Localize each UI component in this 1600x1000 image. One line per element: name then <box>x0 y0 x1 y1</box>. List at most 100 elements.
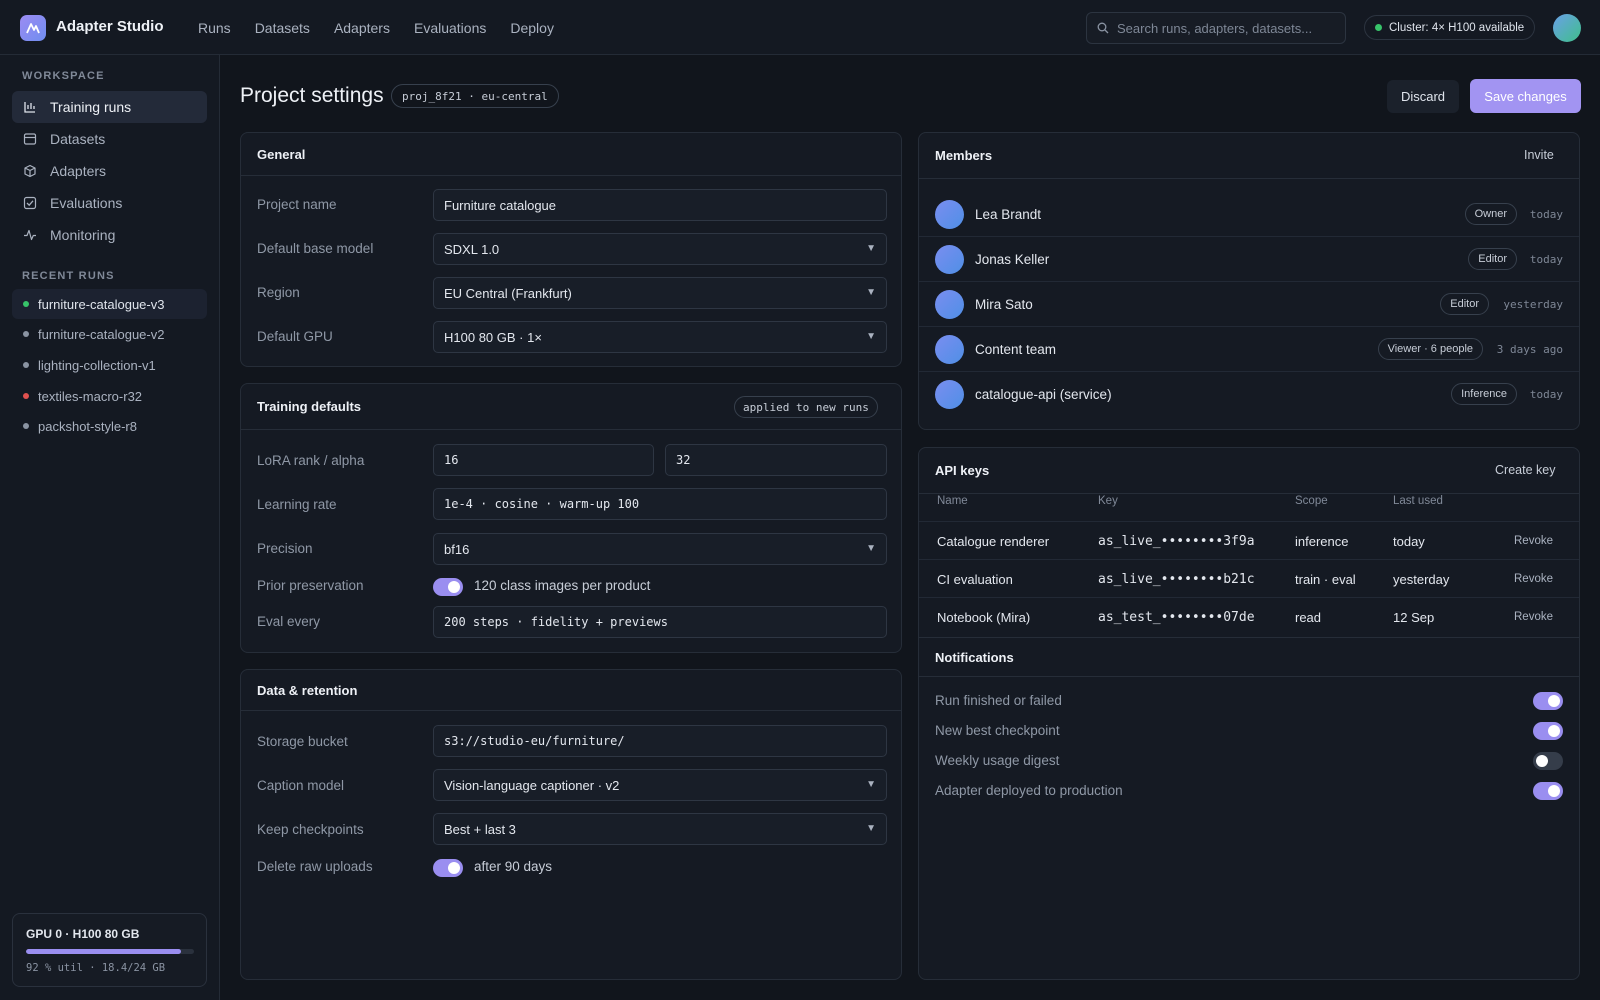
recent-run-item[interactable]: furniture-catalogue-v3 <box>12 289 207 319</box>
app-logo[interactable] <box>20 15 46 41</box>
caption-model-select[interactable]: Vision-language captioner · v2 ▼ <box>433 769 887 801</box>
sidebar-item-monitoring[interactable]: Monitoring <box>12 219 207 251</box>
sidebar-item-training-runs[interactable]: Training runs <box>12 91 207 123</box>
member-row[interactable]: Content team Viewer · 6 people 3 days ag… <box>919 328 1579 372</box>
recent-run-label: lighting-collection-v1 <box>38 357 156 373</box>
sidebar-item-adapters[interactable]: Adapters <box>12 155 207 187</box>
member-role-badge[interactable]: Editor <box>1468 248 1517 270</box>
nav-deploy[interactable]: Deploy <box>498 20 566 36</box>
caption-model-label: Caption model <box>257 778 345 793</box>
gpu-usage-card: GPU 0 · H100 80 GB 92 % util · 18.4/24 G… <box>12 913 207 987</box>
sidebar-item-datasets[interactable]: Datasets <box>12 123 207 155</box>
sidebar-item-evaluations[interactable]: Evaluations <box>12 187 207 219</box>
notification-label: Weekly usage digest <box>935 753 1060 768</box>
project-name-label: Project name <box>257 197 337 212</box>
sidebar-item-label: Monitoring <box>50 227 116 243</box>
nav-runs[interactable]: Runs <box>186 20 243 36</box>
top-nav: Runs Datasets Adapters Evaluations Deplo… <box>186 0 566 55</box>
recent-run-item[interactable]: textiles-macro-r32 <box>12 381 207 411</box>
member-name: Content team <box>975 342 1057 357</box>
toggle-knob <box>1548 695 1560 707</box>
member-row[interactable]: Lea Brandt Owner today <box>919 193 1579 237</box>
save-changes-button[interactable]: Save changes <box>1470 79 1581 113</box>
eval-every-input[interactable] <box>433 606 887 638</box>
member-row[interactable]: Jonas Keller Editor today <box>919 238 1579 282</box>
invite-button[interactable]: Invite <box>1524 148 1554 162</box>
run-status-dot <box>23 393 29 399</box>
cluster-status-label: Cluster: 4× H100 available <box>1389 21 1525 34</box>
nav-evaluations[interactable]: Evaluations <box>402 20 498 36</box>
nav-datasets[interactable]: Datasets <box>243 20 322 36</box>
notification-toggle[interactable] <box>1533 692 1563 710</box>
member-role-badge[interactable]: Viewer · 6 people <box>1377 338 1483 360</box>
toggle-knob <box>1548 785 1560 797</box>
storage-bucket-label: Storage bucket <box>257 734 348 749</box>
create-key-button[interactable]: Create key <box>1495 463 1555 477</box>
base-model-select[interactable]: SDXL 1.0 ▼ <box>433 233 887 265</box>
storage-bucket-input[interactable] <box>433 725 887 757</box>
precision-label: Precision <box>257 541 313 556</box>
cube-icon <box>22 163 38 179</box>
lora-alpha-input[interactable] <box>665 444 887 476</box>
delete-raw-uploads-label: Delete raw uploads <box>257 859 373 874</box>
delete-raw-uploads-toggle[interactable] <box>433 859 463 877</box>
region-value: EU Central (Frankfurt) <box>444 285 572 301</box>
learning-rate-label: Learning rate <box>257 497 337 512</box>
learning-rate-input[interactable] <box>433 488 887 520</box>
general-card-title: General <box>257 147 306 162</box>
chevron-down-icon: ▼ <box>866 823 876 834</box>
applied-badge: applied to new runs <box>734 396 878 418</box>
member-role-badge[interactable]: Inference <box>1451 383 1517 405</box>
project-name-input[interactable] <box>433 189 887 221</box>
notifications-header: Notifications <box>919 637 1579 677</box>
member-role-badge[interactable]: Editor <box>1440 293 1489 315</box>
notification-toggle[interactable] <box>1533 782 1563 800</box>
column-header-last-used: Last used <box>1393 495 1443 507</box>
search-box[interactable] <box>1086 12 1346 44</box>
page-title: Project settings <box>240 84 384 107</box>
revoke-button[interactable]: Revoke <box>1514 611 1553 623</box>
search-input[interactable] <box>1117 20 1337 36</box>
cluster-status-dot <box>1375 24 1382 31</box>
sidebar-item-label: Training runs <box>50 99 132 115</box>
member-row[interactable]: Mira Sato Editor yesterday <box>919 283 1579 327</box>
discard-button[interactable]: Discard <box>1387 80 1459 113</box>
base-model-value: SDXL 1.0 <box>444 241 500 257</box>
api-keys-card-title: API keys <box>935 463 990 478</box>
recent-run-item[interactable]: furniture-catalogue-v2 <box>12 319 207 349</box>
keep-checkpoints-value: Best + last 3 <box>444 821 516 837</box>
revoke-button[interactable]: Revoke <box>1514 573 1553 585</box>
chevron-down-icon: ▼ <box>866 243 876 254</box>
sidebar-item-label: Adapters <box>50 163 107 179</box>
revoke-button[interactable]: Revoke <box>1514 535 1553 547</box>
recent-run-item[interactable]: packshot-style-r8 <box>12 411 207 441</box>
nav-adapters[interactable]: Adapters <box>322 20 402 36</box>
workspace-heading: WORKSPACE <box>22 70 105 82</box>
notification-toggle[interactable] <box>1533 722 1563 740</box>
top-bar: Adapter Studio Runs Datasets Adapters Ev… <box>0 0 1600 55</box>
precision-select[interactable]: bf16 ▼ <box>433 533 887 565</box>
sidebar-item-label: Evaluations <box>50 195 123 211</box>
key-value: as_live_••••••••b21c <box>1098 572 1255 587</box>
prior-preservation-toggle[interactable] <box>433 578 463 596</box>
member-row[interactable]: catalogue-api (service) Inference today <box>919 373 1579 417</box>
notification-toggle[interactable] <box>1533 752 1563 770</box>
recent-run-item[interactable]: lighting-collection-v1 <box>12 350 207 380</box>
member-last-active: today <box>1529 388 1563 401</box>
toggle-knob <box>1536 755 1548 767</box>
toggle-knob <box>448 581 460 593</box>
api-keys-card-header: API keys Create key <box>919 448 1579 494</box>
notification-label: Run finished or failed <box>935 693 1062 708</box>
keep-checkpoints-select[interactable]: Best + last 3 ▼ <box>433 813 887 845</box>
lora-rank-input[interactable] <box>433 444 654 476</box>
eval-every-label: Eval every <box>257 614 321 629</box>
region-select[interactable]: EU Central (Frankfurt) ▼ <box>433 277 887 309</box>
chevron-down-icon: ▼ <box>866 543 876 554</box>
key-scope: train · eval <box>1295 572 1356 587</box>
member-role-badge[interactable]: Owner <box>1464 203 1517 225</box>
sidebar-item-label: Datasets <box>50 131 106 147</box>
cluster-status[interactable]: Cluster: 4× H100 available <box>1364 15 1536 40</box>
key-last-used: 12 Sep <box>1393 610 1435 625</box>
user-avatar[interactable] <box>1553 14 1581 42</box>
default-gpu-select[interactable]: H100 80 GB · 1× ▼ <box>433 321 887 353</box>
